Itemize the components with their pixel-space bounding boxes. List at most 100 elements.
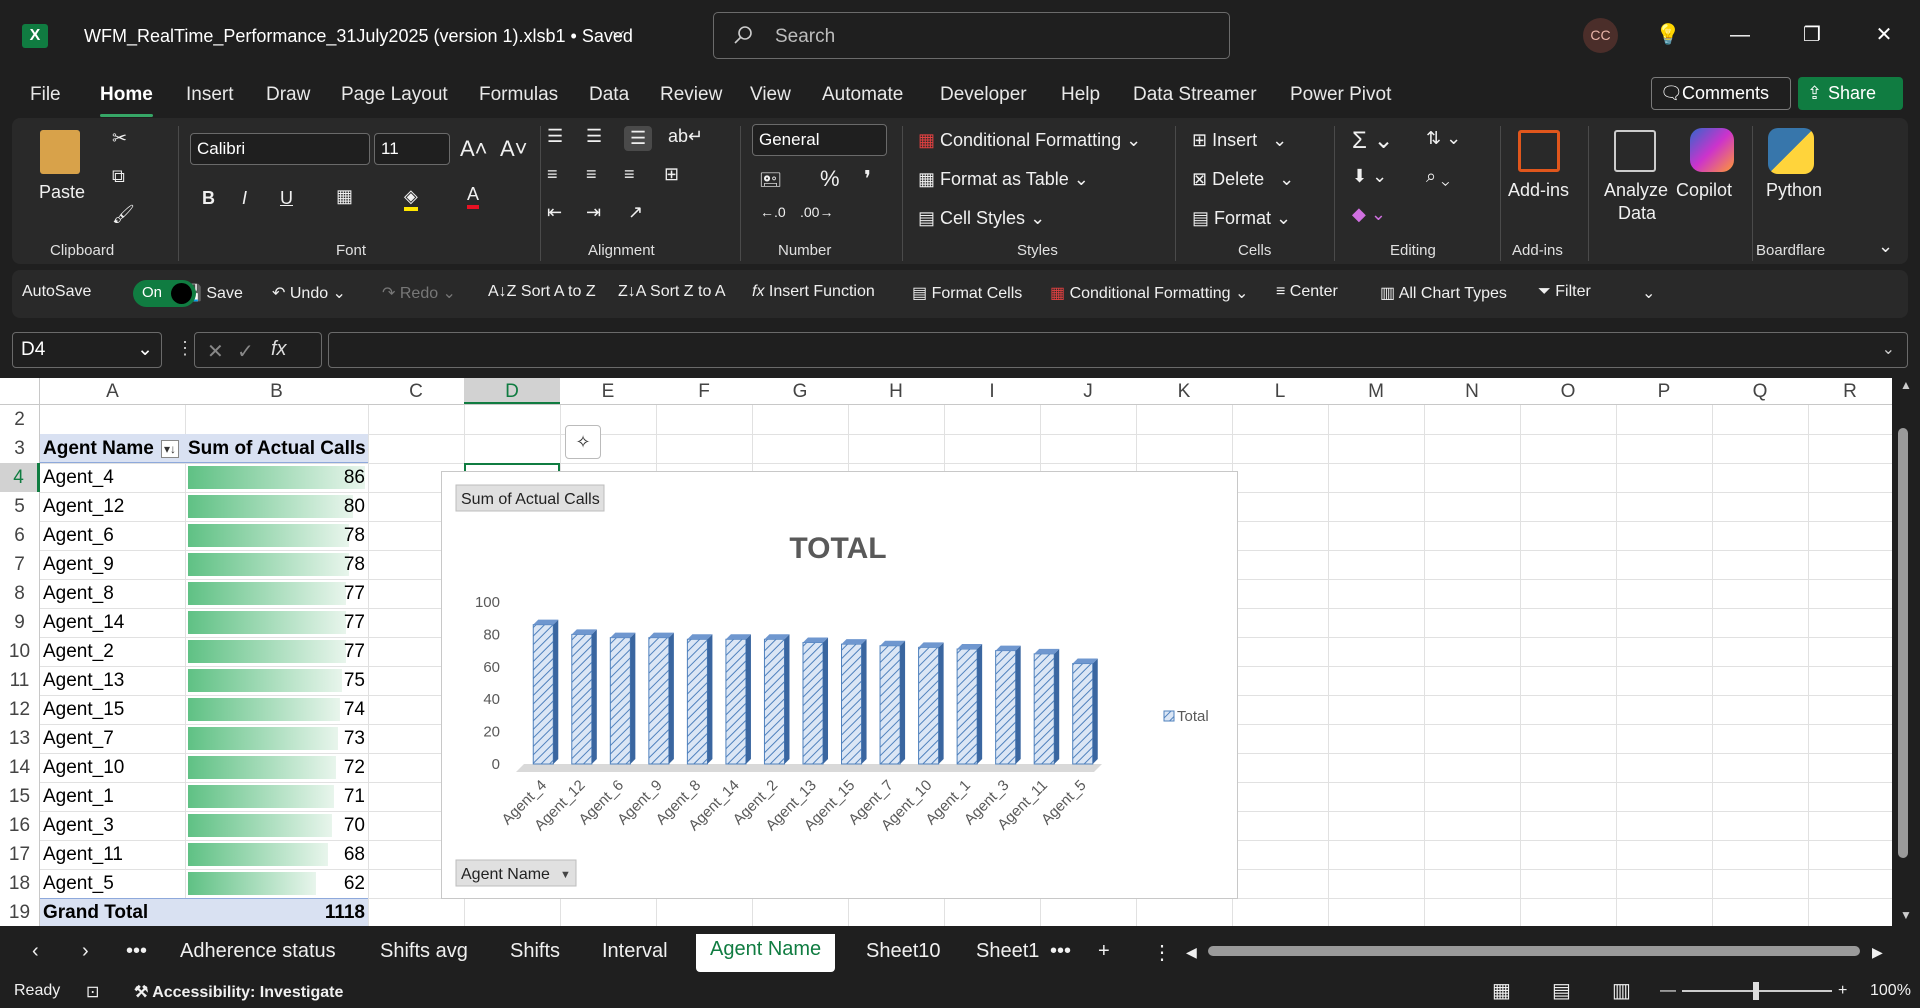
- macro-icon[interactable]: ⊡: [86, 982, 99, 1002]
- tab-data-streamer[interactable]: Data Streamer: [1133, 84, 1257, 106]
- accounting-icon[interactable]: 🖭: [760, 168, 781, 198]
- comments-button[interactable]: 🗨 Comments: [1651, 77, 1791, 110]
- chart-bar[interactable]: [648, 632, 674, 765]
- row-header[interactable]: 3: [0, 434, 40, 463]
- format-cells-qat-button[interactable]: ▤ Format Cells: [912, 283, 1022, 303]
- chart-bar[interactable]: [763, 634, 790, 765]
- chevron-down-icon[interactable]: ⌵: [612, 24, 624, 42]
- pivot-value[interactable]: 77: [188, 579, 365, 608]
- sheet-menu-icon[interactable]: ⋮: [1152, 940, 1172, 965]
- column-header[interactable]: E: [560, 378, 656, 405]
- zoom-level[interactable]: 100%: [1870, 982, 1911, 1000]
- increase-decimal-icon[interactable]: ←.0: [760, 204, 786, 220]
- chart-bar[interactable]: [918, 642, 944, 765]
- column-header[interactable]: M: [1328, 378, 1424, 405]
- filter-button[interactable]: ⏷ Filter: [1538, 283, 1591, 301]
- bold-icon[interactable]: B: [202, 188, 215, 209]
- row-header[interactable]: 5: [0, 492, 40, 521]
- row-header[interactable]: 9: [0, 608, 40, 637]
- pivot-agent-name[interactable]: Agent_2: [43, 637, 182, 666]
- sheet-tab[interactable]: Sheet1: [976, 940, 1039, 963]
- name-box[interactable]: D4 ⌄: [12, 332, 162, 368]
- more-icon[interactable]: ⋮: [176, 338, 194, 359]
- accessibility-button[interactable]: ⚒ Accessibility: Investigate: [134, 982, 343, 1002]
- top-align-icon[interactable]: ☰: [547, 126, 563, 147]
- scroll-up-icon[interactable]: ▲: [1900, 378, 1912, 392]
- copilot-icon[interactable]: [1690, 128, 1734, 172]
- sheet-tab-active[interactable]: Agent Name: [696, 934, 836, 972]
- share-button[interactable]: ⇪ Share: [1798, 77, 1903, 110]
- pivot-value[interactable]: 73: [188, 724, 365, 753]
- align-center-icon[interactable]: ≡: [586, 164, 597, 185]
- chart-bar[interactable]: [1033, 648, 1060, 765]
- column-header[interactable]: G: [752, 378, 848, 405]
- page-layout-view-icon[interactable]: ▤: [1552, 978, 1571, 1003]
- conditional-formatting-button[interactable]: ▦ Conditional Formatting ⌄: [918, 130, 1141, 151]
- tab-file[interactable]: File: [30, 84, 61, 106]
- fill-color-icon[interactable]: ◈: [404, 186, 418, 211]
- pivot-agent-name[interactable]: Agent_10: [43, 753, 182, 782]
- borders-icon[interactable]: ▦: [336, 186, 353, 207]
- column-header[interactable]: D: [464, 378, 560, 405]
- minimize-icon[interactable]: —: [1725, 20, 1755, 50]
- font-size-combo[interactable]: 11: [374, 133, 450, 165]
- autosave-toggle[interactable]: On: [133, 280, 196, 307]
- python-icon[interactable]: [1768, 128, 1814, 174]
- pivot-agent-name[interactable]: Agent_6: [43, 521, 182, 550]
- conditional-formatting-qat-button[interactable]: ▦ Conditional Formatting ⌄: [1050, 283, 1248, 303]
- normal-view-icon[interactable]: ▦: [1492, 978, 1511, 1003]
- column-header[interactable]: J: [1040, 378, 1136, 405]
- pivot-agent-name[interactable]: Agent_14: [43, 608, 182, 637]
- pivot-agent-name[interactable]: Agent_15: [43, 695, 182, 724]
- row-header[interactable]: 16: [0, 811, 40, 840]
- column-header[interactable]: F: [656, 378, 752, 405]
- row-header[interactable]: 18: [0, 869, 40, 898]
- autosum-icon[interactable]: Σ ⌄: [1352, 126, 1394, 155]
- delete-cells-button[interactable]: ⊠ Delete ⌄: [1192, 169, 1294, 190]
- restore-icon[interactable]: ❐: [1797, 20, 1827, 50]
- pivot-value[interactable]: 74: [188, 695, 365, 724]
- sheet-tab[interactable]: Shifts avg: [380, 940, 468, 963]
- tab-review[interactable]: Review: [660, 84, 722, 106]
- orientation-icon[interactable]: ↗: [628, 202, 643, 223]
- tab-view[interactable]: View: [750, 84, 791, 106]
- column-header[interactable]: N: [1424, 378, 1520, 405]
- sheet-options-icon[interactable]: •••: [1050, 940, 1071, 963]
- chart-bar[interactable]: [995, 645, 1021, 765]
- row-header[interactable]: 2: [0, 405, 40, 434]
- chart-bar[interactable]: [1072, 658, 1098, 765]
- grand-total-value[interactable]: 1118: [188, 898, 365, 927]
- center-button[interactable]: ≡ Center: [1276, 283, 1338, 301]
- pivot-agent-name[interactable]: Agent_11: [43, 840, 182, 869]
- expand-formula-icon[interactable]: ⌄: [1882, 339, 1895, 359]
- row-header[interactable]: 13: [0, 724, 40, 753]
- chart-bar[interactable]: [725, 634, 751, 765]
- zoom-in-icon[interactable]: +: [1838, 982, 1847, 1000]
- column-header[interactable]: C: [368, 378, 464, 405]
- python-button[interactable]: Python: [1766, 180, 1822, 201]
- increase-indent-icon[interactable]: ⇥: [586, 202, 601, 223]
- vertical-scrollbar[interactable]: ▲ ▼: [1892, 378, 1920, 926]
- row-header[interactable]: 8: [0, 579, 40, 608]
- tab-automate[interactable]: Automate: [822, 84, 903, 106]
- search-box[interactable]: Search: [713, 12, 1230, 59]
- addins-button[interactable]: Add-ins: [1508, 180, 1569, 201]
- pivot-value[interactable]: 77: [188, 608, 365, 637]
- sort-z-to-a-button[interactable]: Z↓A Sort Z to A: [618, 283, 726, 301]
- scroll-right-icon[interactable]: ▶: [1872, 944, 1883, 961]
- column-header[interactable]: A: [40, 378, 185, 405]
- decrease-font-icon[interactable]: A˅: [500, 136, 528, 162]
- pivot-value[interactable]: 75: [188, 666, 365, 695]
- pivot-value[interactable]: 72: [188, 753, 365, 782]
- merge-center-icon[interactable]: ⊞: [664, 164, 679, 185]
- all-chart-types-button[interactable]: ▥ All Chart Types: [1380, 283, 1507, 303]
- row-header[interactable]: 7: [0, 550, 40, 579]
- pivot-value[interactable]: 86: [188, 463, 365, 492]
- document-title[interactable]: WFM_RealTime_Performance_31July2025 (ver…: [84, 26, 633, 47]
- lightbulb-icon[interactable]: 💡: [1653, 20, 1683, 50]
- format-as-table-button[interactable]: ▦ Format as Table ⌄: [918, 169, 1089, 190]
- cell-styles-button[interactable]: ▤ Cell Styles ⌄: [918, 208, 1045, 229]
- analyze-data-button[interactable]: Analyze: [1604, 180, 1668, 201]
- increase-font-icon[interactable]: A˄: [460, 136, 488, 162]
- pivot-agent-name[interactable]: Agent_8: [43, 579, 182, 608]
